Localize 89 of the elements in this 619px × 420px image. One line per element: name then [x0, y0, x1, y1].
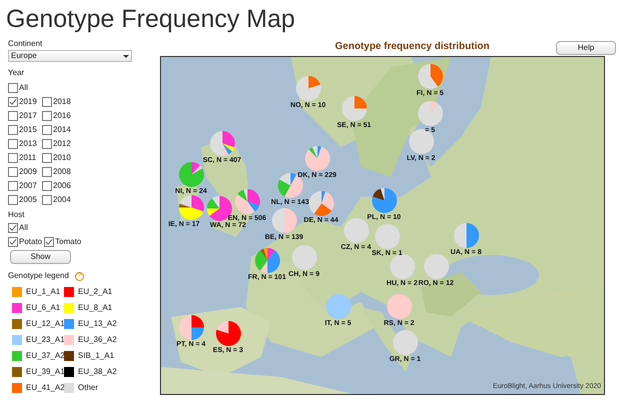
legend-label: EU_23_A1 [26, 334, 65, 346]
checkbox[interactable] [42, 153, 52, 163]
checkbox[interactable] [8, 167, 18, 177]
checkbox-label: 2017 [19, 110, 37, 122]
pie-chart [210, 130, 234, 156]
checkbox-label: 2007 [19, 180, 37, 192]
checkbox[interactable] [44, 237, 54, 247]
checkbox[interactable] [8, 237, 18, 247]
checkbox-label: 2010 [53, 152, 71, 164]
field-label: Continent [8, 38, 44, 50]
pie-chart [178, 314, 204, 340]
checkbox-label: 2016 [53, 110, 71, 122]
checkbox[interactable] [42, 125, 52, 135]
checkbox[interactable] [8, 181, 18, 191]
checkbox-label: 2014 [53, 124, 71, 136]
section-label: Host [8, 209, 26, 221]
page-title: Genotype Frequency Map [6, 4, 296, 35]
checkbox[interactable] [8, 111, 18, 121]
checkbox-label: All [19, 222, 28, 234]
checkbox[interactable] [42, 195, 52, 205]
checkbox-label: 2012 [53, 138, 71, 150]
checkbox-label: Tomato [55, 236, 82, 248]
section-label: Year [8, 67, 26, 79]
checkbox-label: 2009 [19, 166, 37, 178]
pie-chart [342, 96, 366, 120]
checkbox-label: 2019 [19, 96, 37, 108]
continent-dropdown[interactable]: Europe [8, 50, 132, 62]
checkbox[interactable] [8, 125, 18, 135]
legend-label: EU_12_A1 [26, 318, 65, 330]
checkbox[interactable] [8, 139, 18, 149]
pie-chart [296, 76, 320, 100]
pie-chart [374, 224, 400, 248]
pie-chart [386, 294, 412, 318]
legend-label: SIB_1_A1 [78, 350, 114, 362]
help-button[interactable]: Help [556, 41, 616, 55]
checkbox-label: 2018 [53, 96, 71, 108]
caret-icon [123, 54, 129, 58]
pie-chart [418, 64, 442, 88]
pie-chart [292, 244, 316, 270]
legend-label: EU_41_A2 [26, 382, 65, 394]
checkbox[interactable] [42, 167, 52, 177]
pie-chart [372, 188, 396, 212]
pie-chart [216, 320, 240, 346]
checkbox[interactable] [8, 153, 18, 163]
legend-label: EU_6_A1 [26, 302, 60, 314]
pie-chart [418, 100, 442, 126]
legend-label: EU_36_A2 [78, 334, 117, 346]
pie-chart [178, 162, 204, 186]
pie-chart [344, 218, 368, 242]
checkbox-label: 2008 [53, 166, 71, 178]
pie-chart [308, 190, 334, 216]
pie-chart [454, 222, 478, 248]
map-title: Genotype frequency distribution [335, 40, 490, 54]
checkbox[interactable] [8, 97, 18, 107]
legend-label: EU_2_A1 [78, 286, 112, 298]
checkbox-label: 2015 [19, 124, 37, 136]
checkbox-label: 2013 [19, 138, 37, 150]
pie-chart [424, 254, 448, 278]
checkbox[interactable] [8, 195, 18, 205]
pie-chart [392, 330, 418, 354]
legend-label: EU_1_A1 [26, 286, 60, 298]
pie-chart [234, 188, 260, 214]
checkbox-label: All [19, 82, 28, 94]
pie-chart [272, 208, 296, 232]
legend-label: Other [78, 382, 98, 394]
pie-chart [390, 254, 414, 278]
pie-chart [304, 146, 330, 170]
pie-chart [254, 248, 280, 272]
legend-label: EU_8_A1 [78, 302, 112, 314]
checkbox-label: Potato [19, 236, 42, 248]
checkbox[interactable] [42, 139, 52, 149]
checkbox[interactable] [42, 97, 52, 107]
checkbox-label: 2011 [19, 152, 36, 164]
pie-chart [178, 194, 204, 220]
legend-title: Genotype legend [8, 270, 69, 282]
checkbox[interactable] [8, 83, 18, 93]
checkbox-label: 2006 [53, 180, 71, 192]
legend-label: EU_38_A2 [78, 366, 117, 378]
checkbox-label: 2004 [53, 194, 71, 206]
legend-label: EU_37_A2 [26, 350, 65, 362]
checkbox-label: 2005 [19, 194, 37, 206]
legend-label: EU_39_A1 [26, 366, 65, 378]
pie-chart [326, 294, 350, 318]
pie-chart [408, 128, 434, 154]
show-button[interactable]: Show [10, 250, 71, 264]
checkbox[interactable] [8, 223, 18, 233]
checkbox[interactable] [42, 181, 52, 191]
checkbox[interactable] [42, 111, 52, 121]
legend-label: EU_13_A2 [78, 318, 117, 330]
